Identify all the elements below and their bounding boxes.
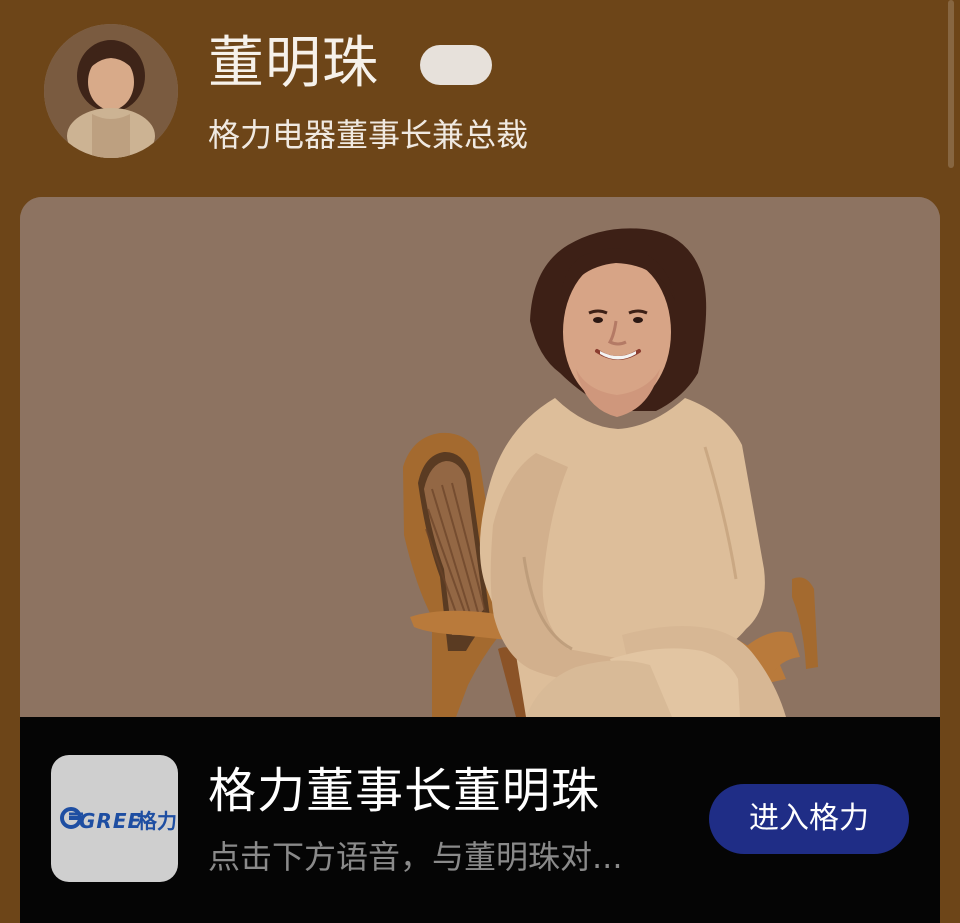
profile-subtitle: 格力电器董事长兼总裁 (208, 116, 529, 154)
avatar[interactable] (44, 24, 178, 158)
profile-header: 董明珠 格力电器董事长兼总裁 (0, 0, 960, 196)
avatar-portrait (44, 24, 178, 158)
scrollbar[interactable] (948, 0, 954, 168)
portrait-image (20, 197, 940, 717)
enter-gree-button[interactable]: 进入格力 (709, 784, 909, 854)
app-description: 点击下方语音，与董明珠对... (208, 838, 623, 876)
gree-cjk-wordmark: 格力 (137, 809, 177, 833)
gree-logo-icon: GREE 格力 (51, 755, 178, 882)
verified-badge-icon (420, 45, 492, 85)
app-entry-panel: GREE 格力 格力董事长董明珠 点击下方语音，与董明珠对... 进入格力 (20, 717, 940, 923)
profile-name: 董明珠 (208, 31, 379, 96)
app-title: 格力董事长董明珠 (208, 763, 601, 819)
gree-wordmark: GREE (79, 809, 143, 833)
profile-card: GREE 格力 格力董事长董明珠 点击下方语音，与董明珠对... 进入格力 (20, 197, 940, 923)
